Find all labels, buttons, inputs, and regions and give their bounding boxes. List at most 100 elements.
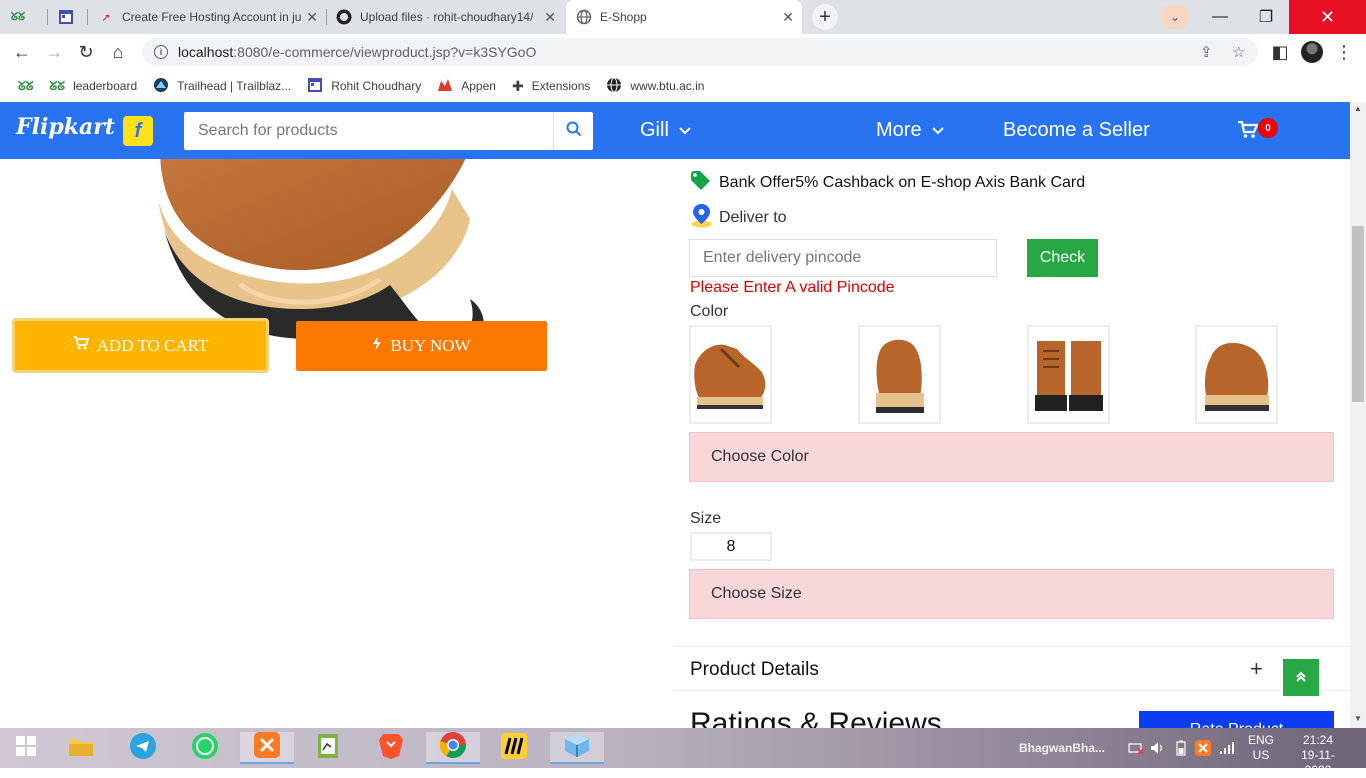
product-details-accordion[interactable]: Product Details + xyxy=(674,646,1350,691)
back-button[interactable]: ← xyxy=(10,40,34,64)
taskbar-whatsapp[interactable] xyxy=(185,732,225,764)
globe-icon xyxy=(576,9,592,25)
taskbar-chrome[interactable] xyxy=(426,731,480,764)
tray-signal-icon[interactable] xyxy=(1219,728,1235,768)
pincode-input[interactable] xyxy=(689,239,997,277)
restore-button[interactable]: ❐ xyxy=(1243,0,1289,34)
tray-network-icon[interactable] xyxy=(1128,728,1144,768)
start-button[interactable] xyxy=(6,732,46,764)
deliver-to-label: Deliver to xyxy=(719,209,787,226)
address-bar[interactable]: i localhost:8080/e-commerce/viewproduct.… xyxy=(142,38,1258,66)
buy-now-label: BUY NOW xyxy=(390,336,471,355)
folder-icon xyxy=(68,735,94,762)
profile-avatar[interactable] xyxy=(1301,41,1323,63)
become-seller-link[interactable]: Become a Seller xyxy=(1003,119,1150,142)
scroll-down-arrow-icon[interactable]: ▼ xyxy=(1354,714,1362,723)
plus-icon[interactable]: + xyxy=(1250,656,1263,682)
scroll-to-top-button[interactable] xyxy=(1283,659,1319,696)
side-panel-button[interactable]: ◧ xyxy=(1268,40,1292,64)
taskbar-miro[interactable] xyxy=(494,732,534,764)
chevron-down-icon xyxy=(679,124,691,138)
bookmark-extensions[interactable]: ✚ Extensions xyxy=(512,78,590,95)
close-tab-icon[interactable]: ✕ xyxy=(306,9,318,26)
restore-icon: ❐ xyxy=(1258,9,1274,26)
taskbar-telegram[interactable] xyxy=(123,732,163,764)
taskbar-virtualbox[interactable] xyxy=(550,732,604,764)
tray-volume-icon[interactable] xyxy=(1150,728,1166,768)
forward-button[interactable]: → xyxy=(42,40,66,64)
bookmark-btu[interactable]: www.btu.ac.in xyxy=(606,77,704,96)
site-info-icon[interactable]: i xyxy=(154,45,168,59)
tab-calendar[interactable] xyxy=(50,0,86,34)
minimize-button[interactable]: — xyxy=(1197,0,1243,34)
tray-battery-icon[interactable] xyxy=(1176,728,1186,768)
color-swatch[interactable] xyxy=(858,325,941,424)
user-menu[interactable]: Gill xyxy=(640,119,691,142)
windows-logo-icon xyxy=(16,735,36,761)
geeksforgeeks-icon: ᘜᘜ xyxy=(49,78,66,93)
bookmark-label: Extensions xyxy=(531,79,591,93)
size-option[interactable]: 8 xyxy=(690,532,772,561)
page-viewport: ADD TO CART BUY NOW above Bank Offer5% C… xyxy=(0,102,1350,728)
telegram-icon xyxy=(129,732,157,765)
taskbar-clock[interactable]: 21:24 19-11-2022 xyxy=(1288,733,1348,778)
bookmark-rohit-choudhary[interactable]: Rohit Choudhary xyxy=(307,77,421,96)
rate-product-button[interactable]: Rate Product xyxy=(1139,711,1334,728)
tray-xampp-icon[interactable] xyxy=(1195,728,1211,768)
trailhead-icon xyxy=(153,77,169,96)
page-scrollbar[interactable]: ▲ ▼ xyxy=(1350,102,1366,728)
color-swatch[interactable] xyxy=(1027,325,1110,424)
globe-icon xyxy=(606,77,622,96)
cart-button[interactable] xyxy=(1238,120,1259,145)
taskbar-brave[interactable] xyxy=(371,732,411,764)
reload-button[interactable]: ↻ xyxy=(74,40,98,64)
share-icon[interactable]: ⇪ xyxy=(1200,38,1213,66)
taskbar-xampp[interactable] xyxy=(240,731,294,764)
bookmark-leaderboard[interactable]: ᘜᘜ leaderboard xyxy=(50,79,138,94)
tab-github[interactable]: Upload files · rohit-choudhary14/ ✕ xyxy=(328,0,564,34)
whatsapp-icon xyxy=(191,732,219,765)
color-swatch[interactable] xyxy=(1195,325,1278,424)
tab-search-button[interactable]: ⌄ xyxy=(1162,5,1188,29)
close-window-button[interactable]: ✕ xyxy=(1289,0,1366,34)
tab-geeksforgeeks[interactable]: ᘜᘜ xyxy=(10,0,46,34)
bookmark-star-icon[interactable]: ☆ xyxy=(1232,38,1245,66)
minimize-icon: — xyxy=(1212,8,1228,25)
scrollbar-thumb[interactable] xyxy=(1352,226,1364,402)
appen-icon xyxy=(437,77,453,96)
close-tab-icon[interactable]: ✕ xyxy=(782,9,794,26)
flipkart-logo[interactable]: Flipkart xyxy=(16,114,115,140)
more-menu[interactable]: More xyxy=(876,119,944,142)
tab-label: Upload files · rohit-choudhary14/ xyxy=(360,10,534,24)
size-label: Size xyxy=(690,510,722,527)
tab-eshopp[interactable]: E-Shopp ✕ xyxy=(566,0,802,34)
close-tab-icon[interactable]: ✕ xyxy=(544,9,556,26)
buy-now-button[interactable]: BUY NOW xyxy=(296,321,547,371)
tab-hosting[interactable]: ➚ Create Free Hosting Account in ju ✕ xyxy=(90,0,326,34)
bookmark-trailhead[interactable]: Trailhead | Trailblaz... xyxy=(153,77,291,96)
location-pin-icon xyxy=(690,203,713,233)
search-input[interactable] xyxy=(184,113,553,149)
taskbar-notepad[interactable] xyxy=(308,732,348,764)
color-swatch[interactable] xyxy=(689,325,772,424)
chrome-icon xyxy=(439,731,467,764)
menu-button[interactable]: ⋮ xyxy=(1332,40,1356,64)
browser-toolbar: ← → ↻ ⌂ i localhost:8080/e-commerce/view… xyxy=(0,34,1366,70)
bookmark-label: Appen xyxy=(461,79,496,93)
cart-count-badge: 0 xyxy=(1258,118,1278,138)
brave-icon xyxy=(378,732,404,765)
bookmarks-bar: ᘜᘜ ᘜᘜ leaderboard Trailhead | Trailblaz.… xyxy=(0,70,1366,102)
taskbar-file-explorer[interactable] xyxy=(61,732,101,764)
check-pincode-button[interactable]: Check xyxy=(1027,239,1098,277)
new-tab-button[interactable]: + xyxy=(812,4,838,30)
bookmark-appen[interactable]: Appen xyxy=(437,77,496,96)
search-button[interactable] xyxy=(553,112,593,150)
bookmark-label: Trailhead | Trailblaz... xyxy=(177,79,292,93)
add-to-cart-button[interactable]: ADD TO CART xyxy=(12,318,269,373)
home-button[interactable]: ⌂ xyxy=(106,40,130,64)
bookmark-geeksforgeeks[interactable]: ᘜᘜ xyxy=(18,79,42,94)
choose-color-alert: Choose Color xyxy=(689,432,1334,482)
user-name: Gill xyxy=(640,119,669,141)
scroll-up-arrow-icon[interactable]: ▲ xyxy=(1354,104,1362,113)
language-indicator[interactable]: ENG US xyxy=(1246,733,1276,763)
